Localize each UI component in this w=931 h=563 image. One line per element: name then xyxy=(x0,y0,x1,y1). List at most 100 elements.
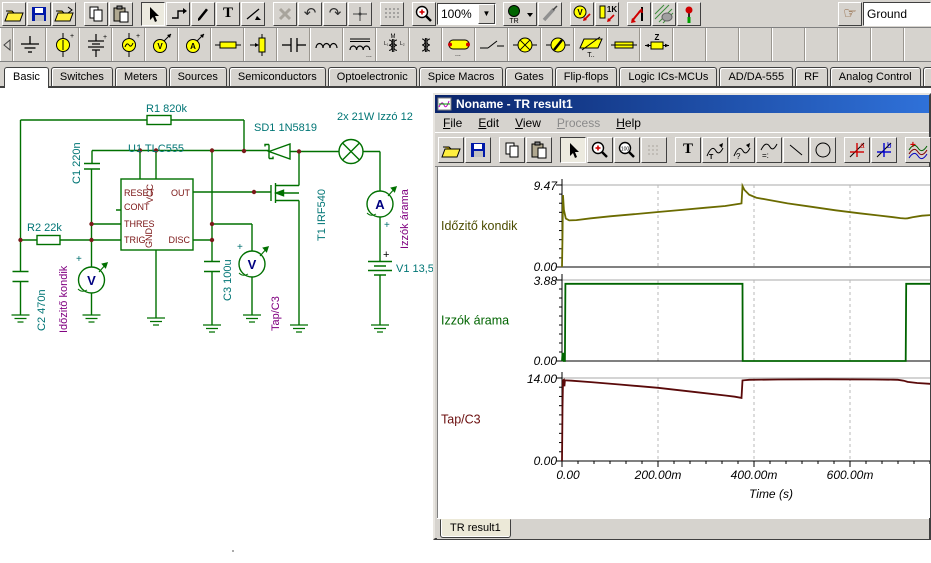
grid-icon[interactable] xyxy=(641,137,667,163)
add-curves-icon[interactable]: + xyxy=(905,137,931,163)
tab-gates[interactable]: Gates xyxy=(505,67,552,86)
select-hand-icon[interactable]: ☞ xyxy=(838,2,862,26)
svg-text:V: V xyxy=(157,42,163,51)
svg-text:Tap/C3: Tap/C3 xyxy=(441,413,481,427)
generator-icon[interactable]: + xyxy=(112,28,145,61)
regulator-icon[interactable]: T.. xyxy=(574,28,607,61)
battery-icon[interactable]: + xyxy=(79,28,112,61)
menu-view[interactable]: View xyxy=(507,114,549,132)
open-folder-icon[interactable] xyxy=(2,2,26,26)
resistor-1k-tool-icon[interactable]: 1K xyxy=(595,2,619,26)
menu-edit[interactable]: Edit xyxy=(470,114,507,132)
copy-icon[interactable] xyxy=(499,137,525,163)
zoom-icon[interactable] xyxy=(412,2,436,26)
label-r1: R1 820k xyxy=(146,103,187,115)
edit-line-icon[interactable] xyxy=(241,2,265,26)
tr-analysis-icon[interactable]: TR xyxy=(503,2,537,26)
curve-format-icon[interactable]: T xyxy=(702,137,728,163)
paste-icon[interactable] xyxy=(109,2,133,26)
menu-process[interactable]: Process xyxy=(549,114,608,132)
switch-icon[interactable] xyxy=(475,28,508,61)
curve-legend-icon[interactable]: =: xyxy=(756,137,782,163)
pin-gnd: GND xyxy=(144,228,154,249)
tab-flip-flops[interactable]: Flip-flops xyxy=(555,67,618,86)
zoom-in-icon[interactable] xyxy=(587,137,613,163)
tab-special[interactable]: Special xyxy=(923,67,931,86)
line-tool-icon[interactable] xyxy=(783,137,809,163)
open-folder-icon[interactable] xyxy=(438,137,464,163)
svg-text:9.47: 9.47 xyxy=(534,179,559,193)
component-name-field[interactable] xyxy=(863,2,931,26)
voltage-source-icon[interactable]: + xyxy=(46,28,79,61)
capacitor-icon[interactable] xyxy=(277,28,310,61)
hatch-pin-icon[interactable] xyxy=(652,2,676,26)
scroll-left-icon[interactable] xyxy=(0,28,13,61)
zoom-dropdown-icon[interactable]: ▼ xyxy=(478,4,495,24)
pin-arrow-icon[interactable] xyxy=(627,2,651,26)
iron-core-inductor-icon[interactable]: ... xyxy=(343,28,376,61)
tab-tr-result1[interactable]: TR result1 xyxy=(440,519,511,538)
text-icon[interactable]: T xyxy=(216,2,240,26)
copy-icon[interactable] xyxy=(84,2,108,26)
paste-icon[interactable] xyxy=(526,137,552,163)
save-icon[interactable] xyxy=(465,137,491,163)
svg-text:...: ... xyxy=(366,52,372,58)
tr-result-window[interactable]: Noname - TR result1 File Edit View Proce… xyxy=(433,93,931,540)
inductor-icon[interactable] xyxy=(310,28,343,61)
ground-icon[interactable] xyxy=(13,28,46,61)
label-meter-current: Izzók árama xyxy=(399,188,411,249)
fuse-icon[interactable] xyxy=(607,28,640,61)
relay-icon[interactable]: ... xyxy=(442,28,475,61)
zoom-100-icon[interactable]: 100 xyxy=(614,137,640,163)
impedance-icon[interactable]: Z xyxy=(640,28,673,61)
pointer-icon[interactable] xyxy=(141,2,165,26)
save-icon[interactable] xyxy=(27,2,51,26)
tr-plots-svg: 9.470.00Időzitő kondik3.880.00Izzók áram… xyxy=(438,167,930,518)
pointer-icon[interactable] xyxy=(560,137,586,163)
delete-icon[interactable] xyxy=(273,2,297,26)
signal-pin-icon[interactable] xyxy=(677,2,701,26)
voltmeter-icon[interactable]: V xyxy=(145,28,178,61)
pin-thres: THRES xyxy=(124,219,155,229)
undo-icon[interactable]: ↶ xyxy=(298,2,322,26)
tab-rf[interactable]: RF xyxy=(795,67,828,86)
tab-spice-macros[interactable]: Spice Macros xyxy=(419,67,504,86)
redo-icon[interactable]: ↷ xyxy=(323,2,347,26)
text-icon[interactable]: T xyxy=(675,137,701,163)
tr-plot-area[interactable]: 9.470.00Időzitő kondik3.880.00Izzók áram… xyxy=(437,167,930,518)
transformer-icon[interactable]: ML₁L₂ xyxy=(376,28,409,61)
ellipse-tool-icon[interactable] xyxy=(810,137,836,163)
resistor-icon[interactable] xyxy=(211,28,244,61)
menu-help[interactable]: Help xyxy=(608,114,649,132)
tab-analog-control[interactable]: Analog Control xyxy=(830,67,921,86)
move-cross-icon[interactable] xyxy=(348,2,372,26)
wire-icon[interactable] xyxy=(166,2,190,26)
zoom-level-combo[interactable]: 100% ▼ xyxy=(437,3,496,25)
tab-semiconductors[interactable]: Semiconductors xyxy=(229,67,326,86)
tab-ad-da-555[interactable]: AD/DA-555 xyxy=(719,67,793,86)
tab-logic-ics-mcus[interactable]: Logic ICs-MCUs xyxy=(619,67,717,86)
transformer2-icon[interactable] xyxy=(409,28,442,61)
probe-icon[interactable] xyxy=(538,2,562,26)
curve-query-icon[interactable]: ? xyxy=(729,137,755,163)
tab-switches[interactable]: Switches xyxy=(51,67,113,86)
tab-basic[interactable]: Basic xyxy=(4,67,49,88)
svg-text:?: ? xyxy=(736,152,741,160)
tab-optoelectronic[interactable]: Optoelectronic xyxy=(328,67,417,86)
ammeter-icon[interactable]: A xyxy=(178,28,211,61)
tab-meters[interactable]: Meters xyxy=(115,67,167,86)
lamp-icon[interactable] xyxy=(508,28,541,61)
voltmeter-tool-icon[interactable]: V xyxy=(570,2,594,26)
motor-icon[interactable] xyxy=(541,28,574,61)
tr-window-titlebar[interactable]: Noname - TR result1 xyxy=(435,95,929,113)
svg-text:L₂: L₂ xyxy=(400,41,405,47)
cursor-a-icon[interactable]: a xyxy=(844,137,870,163)
tab-sources[interactable]: Sources xyxy=(169,67,227,86)
potentiometer-icon[interactable] xyxy=(244,28,277,61)
import-folder-icon[interactable] xyxy=(52,2,76,26)
cursor-b-icon[interactable]: b xyxy=(871,137,897,163)
pencil-icon[interactable] xyxy=(191,2,215,26)
menu-file[interactable]: File xyxy=(435,114,470,132)
svg-text:0.00: 0.00 xyxy=(534,454,558,468)
grid-icon[interactable] xyxy=(380,2,404,26)
